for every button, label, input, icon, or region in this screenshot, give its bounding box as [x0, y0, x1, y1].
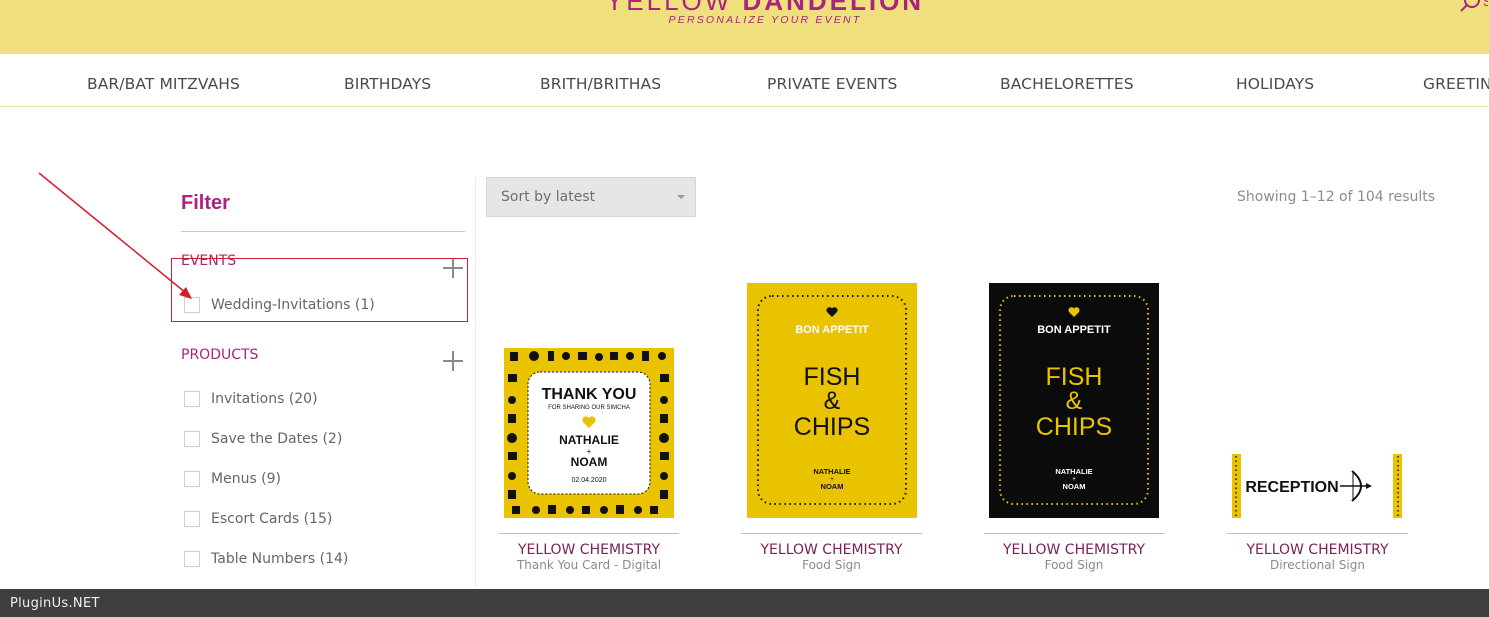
product-image[interactable]: BON APPETIT FISH & CHIPS NATHALIE + NOAM — [747, 283, 917, 518]
annotation-highlight-box — [171, 258, 468, 322]
sign-line-3: CHIPS — [1036, 413, 1112, 441]
product-type: Food Sign — [802, 558, 861, 572]
product-brand[interactable]: YELLOW CHEMISTRY — [741, 542, 922, 558]
search-icon[interactable]: S — [1458, 0, 1488, 18]
product-brand[interactable]: YELLOW CHEMISTRY — [499, 542, 679, 558]
product-brand[interactable]: YELLOW CHEMISTRY — [1227, 542, 1408, 558]
product-divider — [741, 533, 922, 534]
result-count: Showing 1–12 of 104 results — [1237, 189, 1436, 205]
card-name-1: NATHALIE — [559, 433, 619, 447]
product-type: Food Sign — [1044, 558, 1104, 572]
sign-name-1: NATHALIE — [1055, 467, 1092, 476]
sign-name-2: NOAM — [1063, 482, 1086, 491]
footer-credit[interactable]: PluginUs.NET — [10, 596, 100, 611]
site-tagline: PERSONALIZE YOUR EVENT — [668, 14, 862, 26]
filter-option-save-the-dates[interactable]: Save the Dates (2) — [184, 429, 342, 449]
card-title: THANK YOU — [542, 386, 637, 403]
filter-option-table-numbers[interactable]: Table Numbers (14) — [184, 549, 348, 569]
sign-label: RECEPTION — [1245, 479, 1338, 496]
header-band: YELLOW DANDELION PERSONALIZE YOUR EVENT … — [0, 0, 1489, 54]
sort-select-value: Sort by latest — [501, 189, 596, 205]
filter-option-label: Table Numbers (14) — [211, 551, 349, 567]
product-brand[interactable]: YELLOW CHEMISTRY — [984, 542, 1164, 558]
product-image[interactable]: THANK YOU FOR SHARING OUR SIMCHA NATHALI… — [504, 348, 674, 518]
filter-option-invitations[interactable]: Invitations (20) — [184, 389, 318, 409]
sign-line-2: & — [1066, 387, 1083, 415]
filter-option-label: Save the Dates (2) — [211, 431, 343, 447]
nav-item-brith-brithas[interactable]: BRITH/BRITHAS — [540, 75, 661, 93]
nav-item-private-events[interactable]: PRIVATE EVENTS — [767, 75, 897, 93]
sign-heading: BON APPETIT — [795, 324, 869, 336]
filter-option-menus[interactable]: Menus (9) — [184, 469, 281, 489]
product-image[interactable]: BON APPETIT FISH & CHIPS NATHALIE + NOAM — [989, 283, 1159, 518]
sign-heading: BON APPETIT — [1037, 324, 1111, 336]
chevron-down-icon — [677, 195, 685, 199]
expand-products-plus-icon[interactable] — [443, 351, 463, 371]
main-nav: BAR/BAT MITZVAHS BIRTHDAYS BRITH/BRITHAS… — [0, 54, 1489, 107]
card-date: 02.04.2020 — [571, 477, 606, 484]
checkbox[interactable] — [184, 551, 200, 567]
sign-name-2: NOAM — [821, 482, 844, 491]
filter-title: Filter — [181, 192, 230, 214]
product-divider — [1227, 533, 1408, 534]
nav-item-holidays[interactable]: HOLIDAYS — [1236, 75, 1314, 93]
sign-line-2: & — [824, 387, 841, 415]
nav-item-bachelorettes[interactable]: BACHELORETTES — [1000, 75, 1134, 93]
nav-item-bar-bat-mitzvahs[interactable]: BAR/BAT MITZVAHS — [87, 75, 240, 93]
footer-bar: PluginUs.NET — [0, 589, 1489, 617]
product-image[interactable]: RECEPTION — [1232, 454, 1402, 518]
filter-option-label: Escort Cards (15) — [211, 511, 333, 527]
checkbox[interactable] — [184, 391, 200, 407]
svg-text:S: S — [1483, 0, 1488, 9]
sidebar-divider — [475, 177, 476, 589]
product-divider — [499, 533, 679, 534]
nav-item-greeting[interactable]: GREETING — [1423, 75, 1489, 93]
sign-name-1: NATHALIE — [813, 467, 850, 476]
checkbox[interactable] — [184, 471, 200, 487]
filter-option-label: Menus (9) — [211, 471, 282, 487]
filter-group-products-title[interactable]: PRODUCTS — [181, 347, 258, 363]
product-divider — [984, 533, 1164, 534]
card-subtitle: FOR SHARING OUR SIMCHA — [548, 405, 630, 411]
sort-select[interactable]: Sort by latest — [486, 177, 696, 217]
sign-line-3: CHIPS — [794, 413, 870, 441]
product-type: Directional Sign — [1270, 558, 1365, 572]
filter-option-escort-cards[interactable]: Escort Cards (15) — [184, 509, 332, 529]
checkbox[interactable] — [184, 511, 200, 527]
nav-item-birthdays[interactable]: BIRTHDAYS — [344, 75, 431, 93]
filter-divider — [181, 231, 465, 232]
filter-option-label: Invitations (20) — [211, 391, 318, 407]
checkbox[interactable] — [184, 431, 200, 447]
product-type: Thank You Card - Digital — [516, 558, 662, 572]
card-name-2: NOAM — [571, 455, 608, 469]
